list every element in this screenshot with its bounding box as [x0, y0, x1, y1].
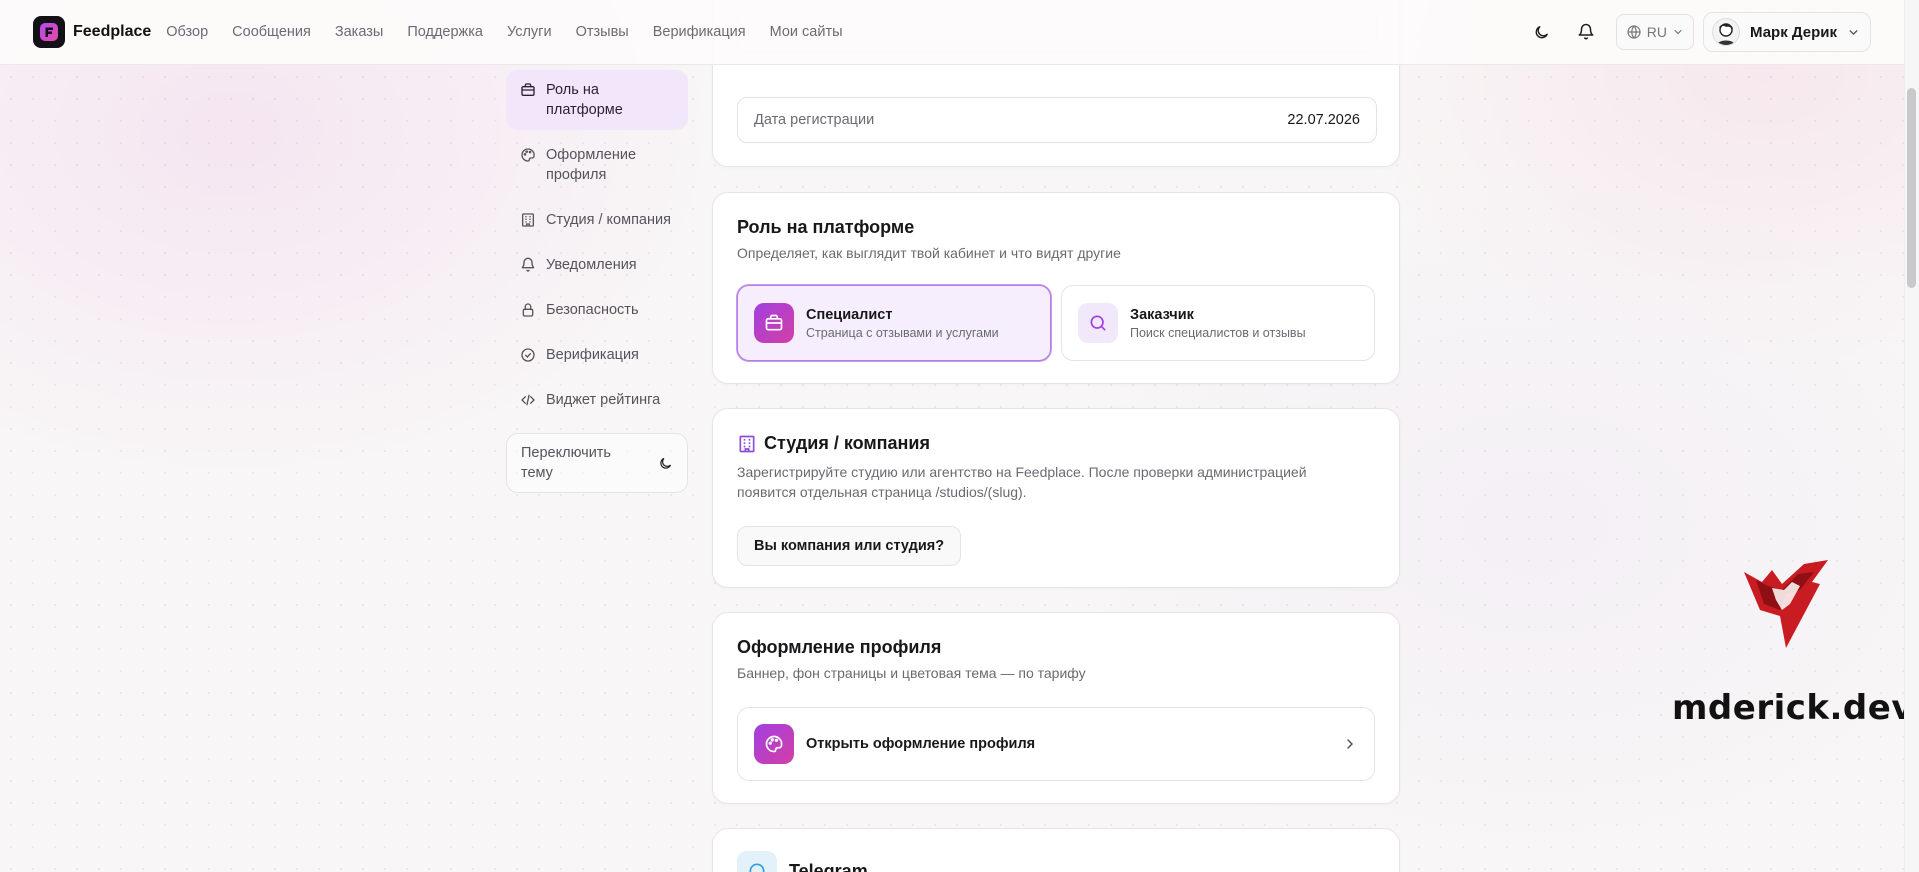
- company-or-studio-button[interactable]: Вы компания или студия?: [737, 526, 962, 566]
- building-icon: [522, 213, 534, 227]
- registration-date-field: Дата регистрации 22.07.2026: [737, 97, 1377, 143]
- avatar: [1712, 18, 1741, 46]
- theme-moon-button[interactable]: [1522, 12, 1562, 52]
- sidebar-item-label: Безопасность: [546, 302, 639, 318]
- scrollbar-thumb[interactable]: [1907, 88, 1916, 288]
- telegram-card: Telegram: [712, 828, 1400, 872]
- design-title: Оформление профиля: [737, 637, 942, 657]
- sidebar-item-security[interactable]: Безопасность: [506, 290, 688, 330]
- globe-icon: [1627, 25, 1641, 39]
- telegram-icon: [749, 863, 765, 872]
- sidebar-item-verification[interactable]: Верификация: [506, 335, 688, 375]
- studio-card: Студия / компания Зарегистрируйте студию…: [712, 408, 1400, 588]
- role-option-name: Заказчик: [1130, 306, 1194, 323]
- role-title: Роль на платформе: [737, 217, 915, 237]
- sidebar-item-role[interactable]: Роль на платформе: [506, 70, 688, 130]
- open-profile-design-label: Открыть оформление профиля: [806, 736, 1036, 752]
- role-options: Специалист Страница с отзывами и услугам…: [737, 285, 1375, 361]
- moon-icon: [1535, 25, 1549, 38]
- open-profile-design-link[interactable]: Открыть оформление профиля: [737, 707, 1375, 781]
- design-subtitle: Баннер, фон страницы и цветовая тема — п…: [737, 665, 1086, 681]
- profile-design-card: Оформление профиля Баннер, фон страницы …: [712, 612, 1400, 804]
- nav-support[interactable]: Поддержка: [407, 24, 483, 40]
- language-label: RU: [1646, 24, 1668, 40]
- user-menu-button[interactable]: Марк Дерик: [1703, 12, 1871, 52]
- palette-icon: [765, 735, 783, 753]
- main-nav: Обзор Сообщения Заказы Поддержка Услуги …: [166, 24, 866, 40]
- top-bar: Feedplace Обзор Сообщения Заказы Поддерж…: [0, 0, 1904, 65]
- watermark-text: mderick.dev: [1672, 688, 1914, 728]
- language-select[interactable]: RU: [1615, 14, 1695, 50]
- watermark-logo-icon: [1742, 560, 1834, 657]
- check-circle-icon: [521, 348, 535, 362]
- role-specialist-badge: [754, 303, 794, 343]
- chevron-down-icon: [1849, 29, 1858, 35]
- role-card: Роль на платформе Определяет, как выгляд…: [712, 192, 1400, 384]
- code-icon: [521, 394, 535, 406]
- nav-my-sites[interactable]: Мои сайты: [770, 24, 843, 40]
- telegram-badge: [737, 851, 777, 872]
- bell-icon: [1578, 23, 1594, 40]
- sidebar-item-label: Роль на платформе: [546, 82, 623, 118]
- nav-overview[interactable]: Обзор: [166, 24, 208, 40]
- lock-icon: [522, 303, 534, 317]
- briefcase-icon: [765, 314, 783, 331]
- page-scrollbar[interactable]: [1904, 0, 1919, 872]
- nav-reviews[interactable]: Отзывы: [576, 24, 629, 40]
- role-client-badge: [1078, 303, 1118, 343]
- briefcase-icon: [521, 83, 535, 96]
- registration-date-label: Дата регистрации: [754, 112, 875, 128]
- search-icon: [1090, 315, 1106, 331]
- sidebar-item-notifications[interactable]: Уведомления: [506, 245, 688, 285]
- settings-sidebar: Роль на платформе Оформление профиля Сту…: [506, 70, 688, 493]
- role-option-specialist[interactable]: Специалист Страница с отзывами и услугам…: [737, 285, 1051, 361]
- role-option-client[interactable]: Заказчик Поиск специалистов и отзывы: [1061, 285, 1375, 361]
- brand-name[interactable]: Feedplace: [73, 23, 151, 41]
- sidebar-item-design[interactable]: Оформление профиля: [506, 135, 688, 195]
- nav-messages[interactable]: Сообщения: [232, 24, 311, 40]
- role-option-desc: Страница с отзывами и услугами: [806, 325, 999, 340]
- theme-toggle-label: Переключить тему: [521, 445, 611, 481]
- sidebar-item-label: Верификация: [546, 347, 639, 363]
- sidebar-item-label: Уведомления: [546, 257, 637, 273]
- studio-title: Студия / компания: [764, 433, 930, 453]
- chevron-right-icon: [1347, 739, 1354, 749]
- brand-logo-icon[interactable]: [33, 16, 65, 48]
- notifications-button[interactable]: [1566, 12, 1606, 52]
- design-badge: [754, 724, 794, 764]
- sidebar-item-widget[interactable]: Виджет рейтинга: [506, 380, 688, 420]
- nav-verification[interactable]: Верификация: [653, 24, 746, 40]
- palette-icon: [521, 148, 535, 162]
- bell-icon: [521, 257, 535, 272]
- sidebar-item-studio[interactable]: Студия / компания: [506, 200, 688, 240]
- moon-icon: [660, 457, 672, 469]
- registration-date-value: 22.07.2026: [1287, 112, 1360, 128]
- studio-description: Зарегистрируйте студию или агентство на …: [737, 464, 1307, 500]
- building-icon: [739, 435, 755, 452]
- theme-toggle-button[interactable]: Переключить тему: [506, 433, 688, 493]
- sidebar-item-label: Виджет рейтинга: [546, 392, 661, 408]
- sidebar-item-label: Оформление профиля: [546, 147, 637, 183]
- header-actions: RU Марк Дерик: [1518, 12, 1871, 52]
- nav-services[interactable]: Услуги: [507, 24, 552, 40]
- nav-orders[interactable]: Заказы: [335, 24, 383, 40]
- role-option-desc: Поиск специалистов и отзывы: [1130, 325, 1306, 340]
- role-subtitle: Определяет, как выглядит твой кабинет и …: [737, 245, 1121, 261]
- sidebar-item-label: Студия / компания: [546, 212, 671, 228]
- telegram-title: Telegram: [789, 860, 868, 872]
- role-option-name: Специалист: [806, 306, 893, 323]
- user-name: Марк Дерик: [1750, 23, 1837, 41]
- chevron-down-icon: [1674, 29, 1682, 35]
